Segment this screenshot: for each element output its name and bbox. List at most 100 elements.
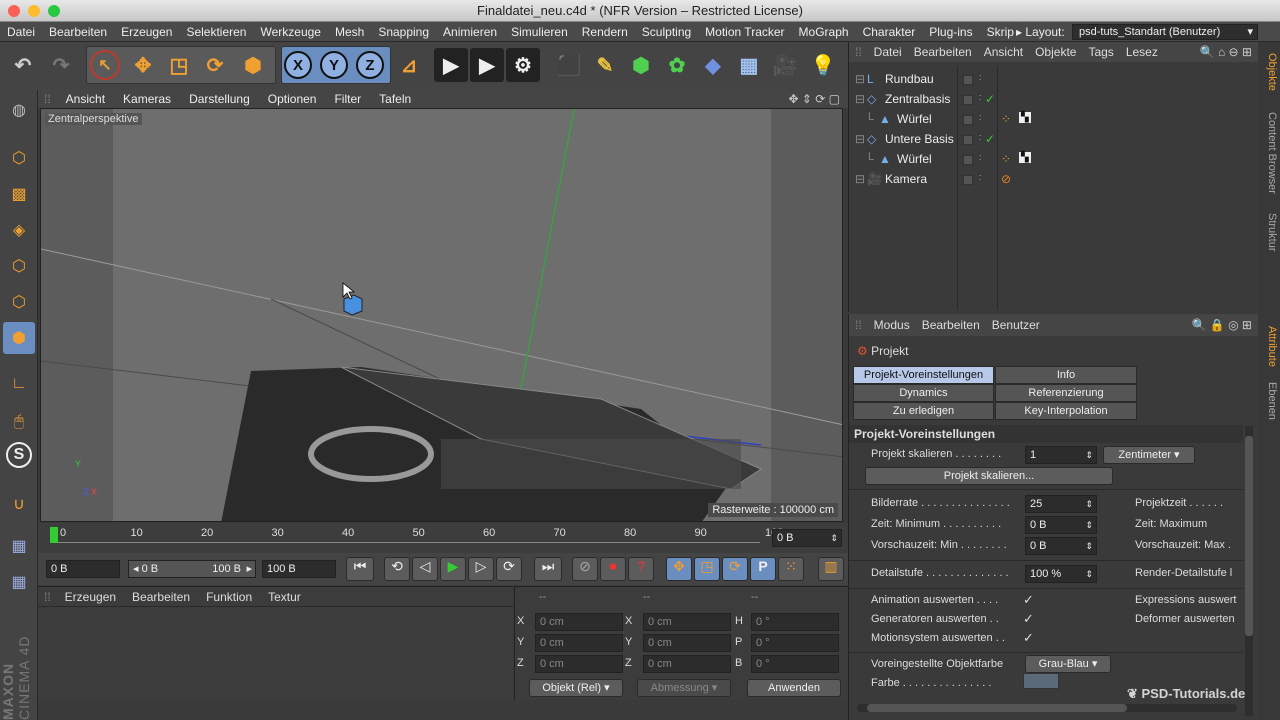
layer-checkbox[interactable] <box>963 135 973 145</box>
light-icon[interactable]: 💡 <box>806 48 840 82</box>
points-mode-icon[interactable]: ⬡ <box>3 250 35 282</box>
object-row[interactable]: ⊟ ◇ Untere Basis: ✓ <box>849 132 1259 152</box>
live-selection-icon[interactable]: ⬢ <box>236 48 270 82</box>
snapping-icon[interactable]: S <box>6 442 32 468</box>
attr-menu-bearbeiten[interactable]: Bearbeiten <box>916 318 986 332</box>
material-menu-bearbeiten[interactable]: Bearbeiten <box>124 590 198 604</box>
object-name[interactable]: Rundbau <box>885 72 934 86</box>
viewport-menu-optionen[interactable]: Optionen <box>259 92 326 106</box>
tmin-field[interactable]: 0 B ⇕ <box>1025 516 1097 534</box>
menu-simulieren[interactable]: Simulieren <box>504 25 575 39</box>
menu-mograph[interactable]: MoGraph <box>792 25 856 39</box>
obj-menu-datei[interactable]: Datei <box>868 45 908 59</box>
previous-frame-icon[interactable]: ◁ <box>412 557 438 581</box>
deformer-icon[interactable]: ◆ <box>696 48 730 82</box>
obj-menu-ansicht[interactable]: Ansicht <box>978 45 1029 59</box>
visibility-dots-icon[interactable]: : <box>979 172 982 182</box>
render-view-icon[interactable]: ▶ <box>434 48 468 82</box>
subdivision-icon[interactable]: ⬢ <box>624 48 658 82</box>
go-to-start-icon[interactable]: ⏮ <box>346 557 374 581</box>
side-tab-content-browser[interactable]: Content Browser <box>1260 104 1278 202</box>
visibility-dots-icon[interactable]: : <box>979 72 982 82</box>
coord-value-field[interactable]: 0 cm <box>535 613 623 631</box>
range-slider[interactable]: ◂ 0 B 100 B ▸ <box>128 560 256 578</box>
magnet-icon[interactable]: ∪ <box>3 488 35 520</box>
play-icon[interactable]: ▶ <box>440 557 466 581</box>
workplane-icon[interactable]: ▦ <box>3 530 35 562</box>
object-name[interactable]: Zentralbasis <box>885 92 950 106</box>
end-frame-field[interactable]: 100 B <box>262 560 336 578</box>
object-row[interactable]: ⊟ 🎥 Kamera: ⊘ <box>849 172 1259 192</box>
menu-rendern[interactable]: Rendern <box>575 25 635 39</box>
viewport-menu-filter[interactable]: Filter <box>325 92 370 106</box>
side-tab-attribute[interactable]: Attribute <box>1260 320 1278 372</box>
obj-menu-lesezeichen[interactable]: Lesez <box>1120 45 1164 59</box>
apply-button[interactable]: Anwenden <box>747 679 841 697</box>
undo-icon[interactable]: ↶ <box>6 48 40 82</box>
visibility-dots-icon[interactable]: : <box>979 152 982 162</box>
object-name[interactable]: Würfel <box>897 152 932 166</box>
tab-zu-erledigen[interactable]: Zu erledigen <box>853 402 994 420</box>
previous-key-icon[interactable]: ⟲ <box>384 557 410 581</box>
key-rotation-icon[interactable]: ⟳ <box>722 557 748 581</box>
menu-erzeugen[interactable]: Erzeugen <box>114 25 179 39</box>
gen-checkbox[interactable]: ✓ <box>1023 611 1034 627</box>
key-scale-icon[interactable]: ◳ <box>694 557 720 581</box>
object-row[interactable]: └ ▲ Würfel: ⁘ ▚ <box>849 112 1259 132</box>
edges-mode-icon[interactable]: ⬡ <box>3 286 35 318</box>
anim-checkbox[interactable]: ✓ <box>1023 592 1034 608</box>
polygons-mode-icon[interactable]: ⬢ <box>3 322 35 354</box>
obj-menu-objekte[interactable]: Objekte <box>1029 45 1082 59</box>
floor-environment-icon[interactable]: ▦ <box>732 48 766 82</box>
scale-field[interactable]: 1 ⇕ <box>1025 446 1097 464</box>
coord-value-field[interactable]: 0 ° <box>751 613 839 631</box>
viewport-nav-icons[interactable]: ✥ ⇕ ⟳ ▢ <box>788 92 840 106</box>
object-row[interactable]: └ ▲ Würfel: ⁘ ▚ <box>849 152 1259 172</box>
coord-value-field[interactable]: 0 cm <box>643 634 731 652</box>
object-name[interactable]: Kamera <box>885 172 927 186</box>
coord-mode-select[interactable]: Objekt (Rel) ▾ <box>529 679 623 697</box>
model-mode-icon[interactable]: ⬡ <box>3 142 35 174</box>
menu-sculpting[interactable]: Sculpting <box>635 25 698 39</box>
enabled-check-icon[interactable]: ✓ <box>985 92 995 106</box>
attr-toolbar-icons[interactable]: 🔍 🔒 ◎ ⊞ <box>1192 318 1252 332</box>
menu-bearbeiten[interactable]: Bearbeiten <box>42 25 114 39</box>
texture-tag-icon[interactable]: ⁘ <box>1001 152 1011 166</box>
render-picture-viewer-icon[interactable]: ▶ <box>470 48 504 82</box>
viewport-menu-darstellung[interactable]: Darstellung <box>180 92 259 106</box>
start-frame-field[interactable]: 0 B <box>46 560 120 578</box>
viewport-menu-kameras[interactable]: Kameras <box>114 92 180 106</box>
layout-select[interactable]: psd-tuts_Standart (Benutzer) ▾ <box>1072 24 1258 40</box>
camera-icon[interactable]: 🎥 <box>768 48 802 82</box>
coord-value-field[interactable]: 0 ° <box>751 655 839 673</box>
side-tab-struktur[interactable]: Struktur <box>1260 208 1278 256</box>
layer-checkbox[interactable] <box>963 75 973 85</box>
menu-snapping[interactable]: Snapping <box>371 25 436 39</box>
x-axis-lock-icon[interactable]: X <box>284 51 312 79</box>
object-name[interactable]: Würfel <box>897 112 932 126</box>
viewport-menu-tafeln[interactable]: Tafeln <box>370 92 420 106</box>
key-position-icon[interactable]: ✥ <box>666 557 692 581</box>
obj-menu-bearbeiten[interactable]: Bearbeiten <box>908 45 978 59</box>
menu-motion-tracker[interactable]: Motion Tracker <box>698 25 791 39</box>
unit-select[interactable]: Zentimeter ▾ <box>1103 446 1195 464</box>
menu-mesh[interactable]: Mesh <box>328 25 371 39</box>
enabled-check-icon[interactable]: ✓ <box>985 132 995 146</box>
tab-dynamics[interactable]: Dynamics <box>853 384 994 402</box>
redo-icon[interactable]: ↷ <box>44 48 78 82</box>
render-settings-icon[interactable]: ⚙ <box>506 48 540 82</box>
3d-viewport[interactable]: Zentralperspektive Rasterweite : 100000 … <box>40 108 843 522</box>
attr-h-scrollbar[interactable] <box>857 704 1237 712</box>
coord-value-field[interactable]: 0 cm <box>535 655 623 673</box>
obj-toolbar-icons[interactable]: 🔍 ⌂ ⊖ ⊞ <box>1200 45 1252 59</box>
object-row[interactable]: ⊟ ◇ Zentralbasis: ✓ <box>849 92 1259 112</box>
coord-value-field[interactable]: 0 cm <box>643 613 731 631</box>
attr-menu-benutzer[interactable]: Benutzer <box>986 318 1046 332</box>
axis-mode-icon[interactable]: ∟ <box>3 368 35 400</box>
layer-checkbox[interactable] <box>963 155 973 165</box>
rotate-icon[interactable]: ⟳ <box>198 48 232 82</box>
texture-mode-icon[interactable]: ▩ <box>3 178 35 210</box>
menu-animieren[interactable]: Animieren <box>436 25 504 39</box>
next-key-icon[interactable]: ⟳ <box>496 557 522 581</box>
tab-referenzierung[interactable]: Referenzierung <box>995 384 1137 402</box>
